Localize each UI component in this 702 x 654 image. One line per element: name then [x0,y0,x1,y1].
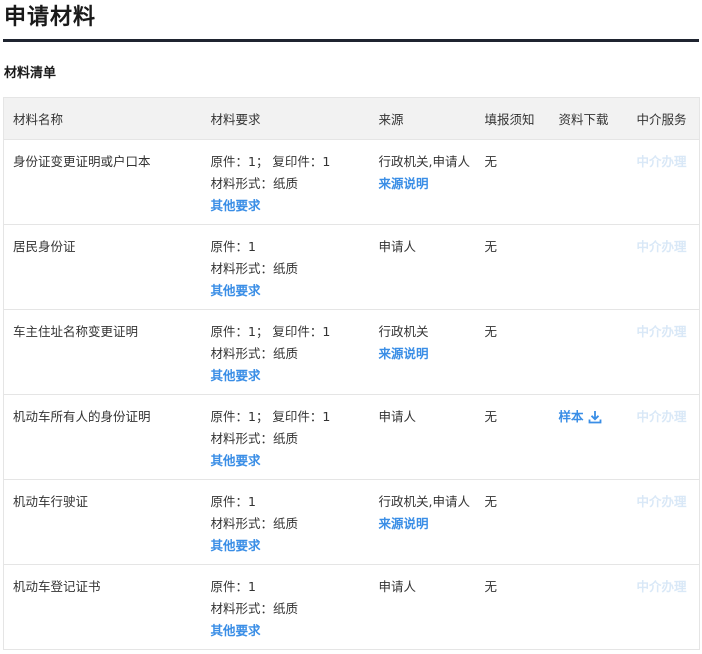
download-cell [549,564,628,650]
fill-notice: 无 [475,224,550,310]
source-text: 申请人 [378,239,417,254]
sample-download-link[interactable]: 样本 [559,409,602,424]
other-requirements-link[interactable]: 其他要求 [211,620,366,642]
other-requirements-link[interactable]: 其他要求 [211,280,366,302]
fill-notice: 无 [475,394,550,480]
page-title: 申请材料 [4,5,97,30]
other-requirements-link[interactable]: 其他要求 [211,535,366,557]
table-row: 身份证变更证明或户口本 原件：1； 复印件：1 材料形式：纸质 其他要求 行政机关,申请… [3,139,700,225]
material-source: 行政机关 来源说明 [369,309,476,395]
table-row: 居民身份证 原件：1 材料形式：纸质其他要求 申请人 无 中介办理 [3,224,700,310]
download-cell: 样本 [549,394,628,480]
agency-service-link[interactable]: 中介办理 [637,579,687,594]
sample-label: 样本 [558,409,584,424]
download-cell [549,309,628,395]
fill-notice: 无 [475,309,550,395]
material-name: 车主住址名称变更证明 [3,309,202,395]
material-name: 机动车所有人的身份证明 [3,394,202,480]
table-row: 机动车登记证书 原件：1 材料形式：纸质其他要求 申请人 无 中介办理 [3,564,700,650]
agency-service-link[interactable]: 中介办理 [637,154,687,169]
header-source: 来源 [369,97,476,140]
source-note-link[interactable]: 来源说明 [379,173,472,195]
material-requirement: 原件：1； 复印件：1 材料形式：纸质其他要求 [201,394,370,480]
agency-cell: 中介办理 [627,224,700,310]
requirement-counts: 原件：1 [210,494,256,509]
agency-service-link[interactable]: 中介办理 [637,324,687,339]
material-name: 机动车行驶证 [3,479,202,565]
source-text: 行政机关,申请人 [378,494,470,509]
other-requirements-link[interactable]: 其他要求 [211,195,366,217]
requirement-counts: 原件：1 [210,239,256,254]
materials-table: 材料名称 材料要求 来源 填报须知 资料下载 中介服务 身份证变更证明或户口本原… [3,97,700,650]
material-source: 申请人 [369,224,476,310]
source-note-link[interactable]: 来源说明 [379,513,472,535]
material-requirement: 原件：1； 复印件：1 材料形式：纸质其他要求 [201,309,370,395]
table-row: 机动车行驶证 原件：1 材料形式：纸质 其他要求 行政机关,申请人 来源说明无中介办理 [3,479,700,565]
requirement-form: 材料形式：纸质 [210,261,299,276]
requirement-counts: 原件：1； 复印件：1 [210,409,331,424]
source-text: 行政机关 [378,324,429,339]
material-requirement: 原件：1 材料形式：纸质其他要求 [201,224,370,310]
agency-cell: 中介办理 [627,394,700,480]
requirement-form: 材料形式：纸质 [210,176,299,191]
fill-notice: 无 [475,139,550,225]
source-text: 申请人 [378,409,417,424]
fill-notice: 无 [475,479,550,565]
other-requirements-link[interactable]: 其他要求 [211,450,366,472]
material-source: 申请人 [369,564,476,650]
download-cell [549,139,628,225]
agency-service-link[interactable]: 中介办理 [637,239,687,254]
header-download: 资料下载 [549,97,628,140]
material-requirement: 原件：1 材料形式：纸质其他要求 [201,479,370,565]
agency-cell: 中介办理 [627,309,700,395]
download-cell [549,224,628,310]
section-title: 材料清单 [4,66,57,81]
requirement-form: 材料形式：纸质 [210,601,299,616]
source-text: 申请人 [378,579,417,594]
material-source: 申请人 [369,394,476,480]
table-row: 车主住址名称变更证明 原件：1； 复印件：1 材料形式：纸质 其他要求 行政机关 来源说明… [3,309,700,395]
source-text: 行政机关,申请人 [378,154,470,169]
header-name: 材料名称 [3,97,202,140]
table-row: 机动车所有人的身份证明 原件：1； 复印件：1 材料形式：纸质其他要求 申请人 无样本 中… [3,394,700,480]
requirement-form: 材料形式：纸质 [210,346,299,361]
download-cell [549,479,628,565]
download-icon [588,411,601,424]
agency-service-link[interactable]: 中介办理 [637,409,687,424]
material-source: 行政机关,申请人来源说明 [369,479,476,565]
header-requirement: 材料要求 [201,97,370,140]
requirement-counts: 原件：1； 复印件：1 [210,324,331,339]
agency-cell: 中介办理 [627,479,700,565]
material-source: 行政机关,申请人来源说明 [369,139,476,225]
requirement-counts: 原件：1； 复印件：1 [210,154,331,169]
requirement-form: 材料形式：纸质 [210,516,299,531]
material-name: 身份证变更证明或户口本 [3,139,202,225]
source-note-link[interactable]: 来源说明 [379,343,472,365]
table-header-row: 材料名称 材料要求 来源 填报须知 资料下载 中介服务 [3,97,700,140]
agency-cell: 中介办理 [627,139,700,225]
material-requirement: 原件：1； 复印件：1 材料形式：纸质其他要求 [201,139,370,225]
agency-service-link[interactable]: 中介办理 [637,494,687,509]
table-body: 身份证变更证明或户口本 原件：1； 复印件：1 材料形式：纸质 其他要求 行政机关,申请… [3,139,700,650]
title-divider [3,39,699,42]
requirement-form: 材料形式：纸质 [210,431,299,446]
requirement-counts: 原件：1 [210,579,256,594]
fill-notice: 无 [475,564,550,650]
header-agency: 中介服务 [627,97,700,140]
header-notice: 填报须知 [475,97,550,140]
material-name: 机动车登记证书 [3,564,202,650]
agency-cell: 中介办理 [627,564,700,650]
page: 申请材料 材料清单 材料名称 材料要求 来源 填报须知 资料下载 中介服务 身份… [0,0,702,654]
material-name: 居民身份证 [3,224,202,310]
other-requirements-link[interactable]: 其他要求 [211,365,366,387]
material-requirement: 原件：1 材料形式：纸质其他要求 [201,564,370,650]
